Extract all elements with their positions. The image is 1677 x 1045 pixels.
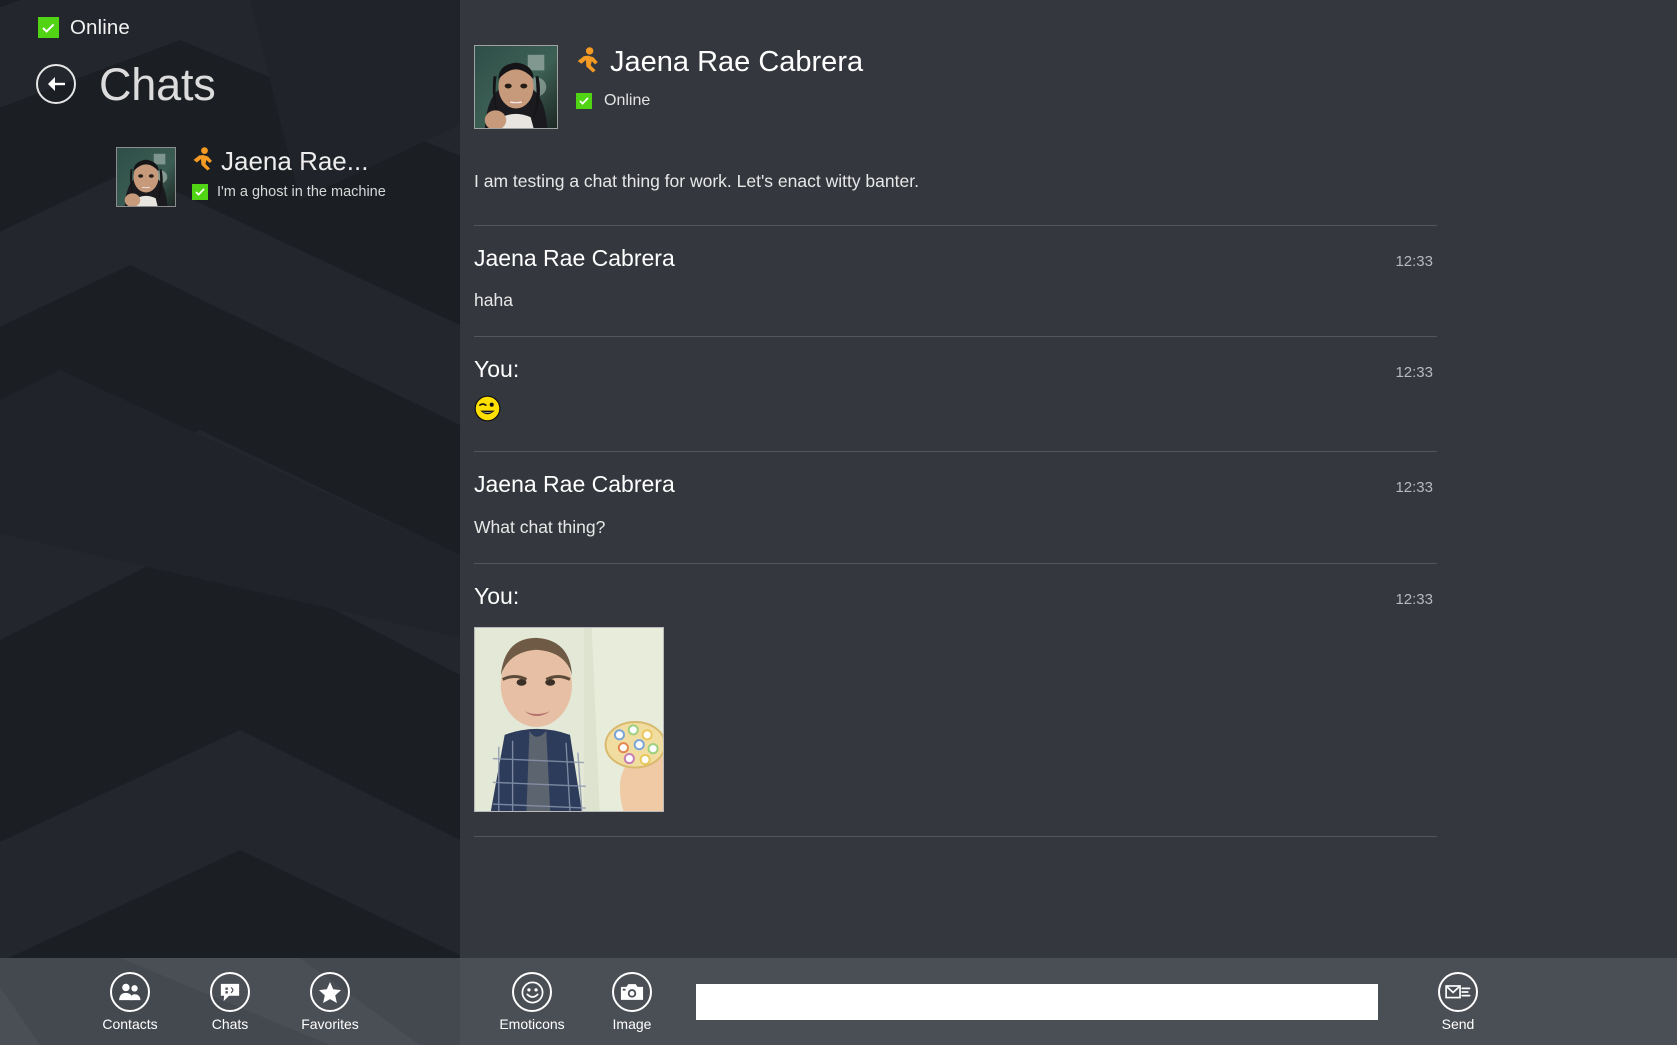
appbar-contacts-label: Contacts [102,1016,158,1032]
chats-sidebar: Online Chats Jaena Rae... I'm a ghost in… [0,0,460,1045]
chat-list: Jaena Rae... I'm a ghost in the machine [0,147,460,207]
list-item-text: Jaena Rae... I'm a ghost in the machine [192,147,386,200]
conversation-pane: Jaena Rae Cabrera Online I am testing a … [460,0,1677,1045]
presence-label: Online [70,15,130,39]
message-emoticon [474,395,1437,427]
message-timestamp: 12:33 [1395,364,1433,382]
back-arrow-icon[interactable] [36,64,76,104]
contacts-icon [110,972,150,1012]
left-app-bar: Contacts Chats Favorites [0,958,460,1045]
appbar-chats-button[interactable]: Chats [180,972,280,1031]
send-envelope-icon [1438,972,1478,1012]
sidebar-header: Chats [0,53,460,115]
conversation-presence-label: Online [604,91,651,109]
smiley-icon [512,972,552,1012]
appbar-emoticons-button[interactable]: Emoticons [482,972,582,1031]
message-timestamp: 12:33 [1395,479,1433,497]
page-title: Chats [99,58,216,110]
winking-smiley-icon [474,395,501,426]
check-badge-icon [38,17,59,38]
message-sender: You: [474,582,520,609]
message-list: I am testing a chat thing for work. Let'… [460,165,1677,837]
appbar-send-button[interactable]: Send [1408,972,1508,1031]
appbar-chats-label: Chats [211,1016,249,1032]
appbar-image-label: Image [612,1016,652,1032]
messaging-app-window: Online Chats Jaena Rae... I'm a ghost in… [0,0,1677,1045]
message-timestamp: 12:33 [1395,252,1433,270]
im-running-man-icon [576,47,600,78]
intro-message: I am testing a chat thing for work. Let'… [474,165,1437,226]
contact-avatar-thumbnail [116,147,176,207]
message-text: haha [474,290,513,311]
check-badge-icon [192,184,208,200]
list-item-name: Jaena Rae... [221,145,369,176]
conversation-contact-name: Jaena Rae Cabrera [610,46,864,78]
appbar-favorites-button[interactable]: Favorites [280,972,380,1031]
right-app-bar: Emoticons Image Send [460,958,1677,1045]
intro-message-text: I am testing a chat thing for work. Let'… [474,171,919,191]
message-sender: You: [474,356,520,383]
message-row: You: 12:33 [474,337,1437,453]
im-running-man-icon [192,147,214,176]
conversation-header: Jaena Rae Cabrera Online [460,0,1677,129]
appbar-contacts-button[interactable]: Contacts [80,972,180,1031]
message-row: Jaena Rae Cabrera 12:33 haha [474,226,1437,338]
appbar-emoticons-label: Emoticons [499,1016,565,1032]
list-item-status-message: I'm a ghost in the machine [217,184,386,200]
message-timestamp: 12:33 [1395,590,1433,608]
message-row: Jaena Rae Cabrera 12:33 What chat thing? [474,452,1437,564]
chats-bubble-icon [210,972,250,1012]
appbar-send-label: Send [1441,1016,1475,1032]
star-icon [310,972,350,1012]
appbar-favorites-label: Favorites [301,1016,359,1032]
check-badge-icon [576,92,592,109]
sent-photo-attachment[interactable] [474,626,664,812]
user-presence-status[interactable]: Online [0,0,460,45]
appbar-image-button[interactable]: Image [582,972,682,1031]
list-item[interactable]: Jaena Rae... I'm a ghost in the machine [116,147,460,207]
contact-avatar-large [474,45,558,129]
message-sender: Jaena Rae Cabrera [474,244,675,271]
message-row: You: 12:33 [474,564,1437,837]
camera-icon [612,972,652,1012]
message-sender: Jaena Rae Cabrera [474,471,675,498]
message-text: What chat thing? [474,516,606,537]
message-compose-input[interactable] [696,983,1378,1020]
